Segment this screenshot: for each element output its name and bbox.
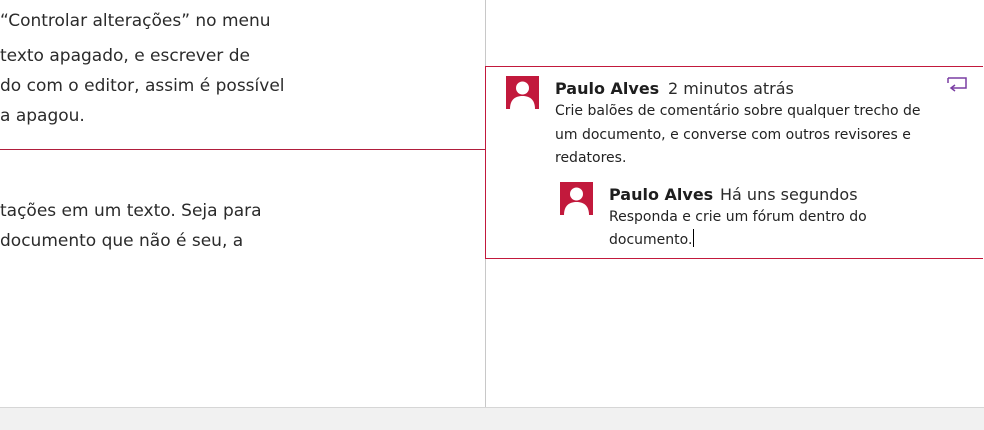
reply-author: Paulo Alves: [609, 185, 714, 204]
reply-text-line[interactable]: documento.: [609, 228, 695, 252]
comment-anchor-line: [0, 149, 486, 150]
reply-text-line: Responda e crie um fórum dentro do: [609, 209, 867, 225]
text-cursor: [693, 229, 695, 247]
avatar: [506, 76, 539, 109]
user-icon: [564, 187, 589, 215]
document-text-line: do com o editor, assim é possível: [0, 76, 285, 96]
reply-avatar: [560, 182, 593, 215]
comment-author: Paulo Alves: [555, 79, 660, 98]
comment-text-line: Crie balões de comentário sobre qualquer…: [555, 103, 921, 119]
status-bar: [0, 407, 984, 430]
document-text-line: documento que não é seu, a: [0, 231, 244, 251]
document-text-line: a apagou.: [0, 106, 85, 126]
comment-balloon[interactable]: Paulo Alves 2 minutos atrás Crie balões …: [485, 66, 983, 259]
document-text-line: “Controlar alterações” no menu: [0, 11, 271, 31]
document-page: “Controlar alterações” no menu texto apa…: [0, 0, 984, 407]
reply-comment-icon[interactable]: [943, 76, 969, 96]
comment-text-line: redatores.: [555, 150, 627, 166]
reply-timestamp: Há uns segundos: [720, 185, 858, 204]
document-text-line: tações em um texto. Seja para: [0, 201, 262, 221]
comment-text-line: um documento, e converse com outros revi…: [555, 127, 911, 143]
user-icon: [510, 81, 535, 109]
reply-text-value: documento.: [609, 232, 693, 248]
comment-timestamp: 2 minutos atrás: [668, 79, 794, 98]
document-text-line: texto apagado, e escrever de: [0, 46, 250, 66]
